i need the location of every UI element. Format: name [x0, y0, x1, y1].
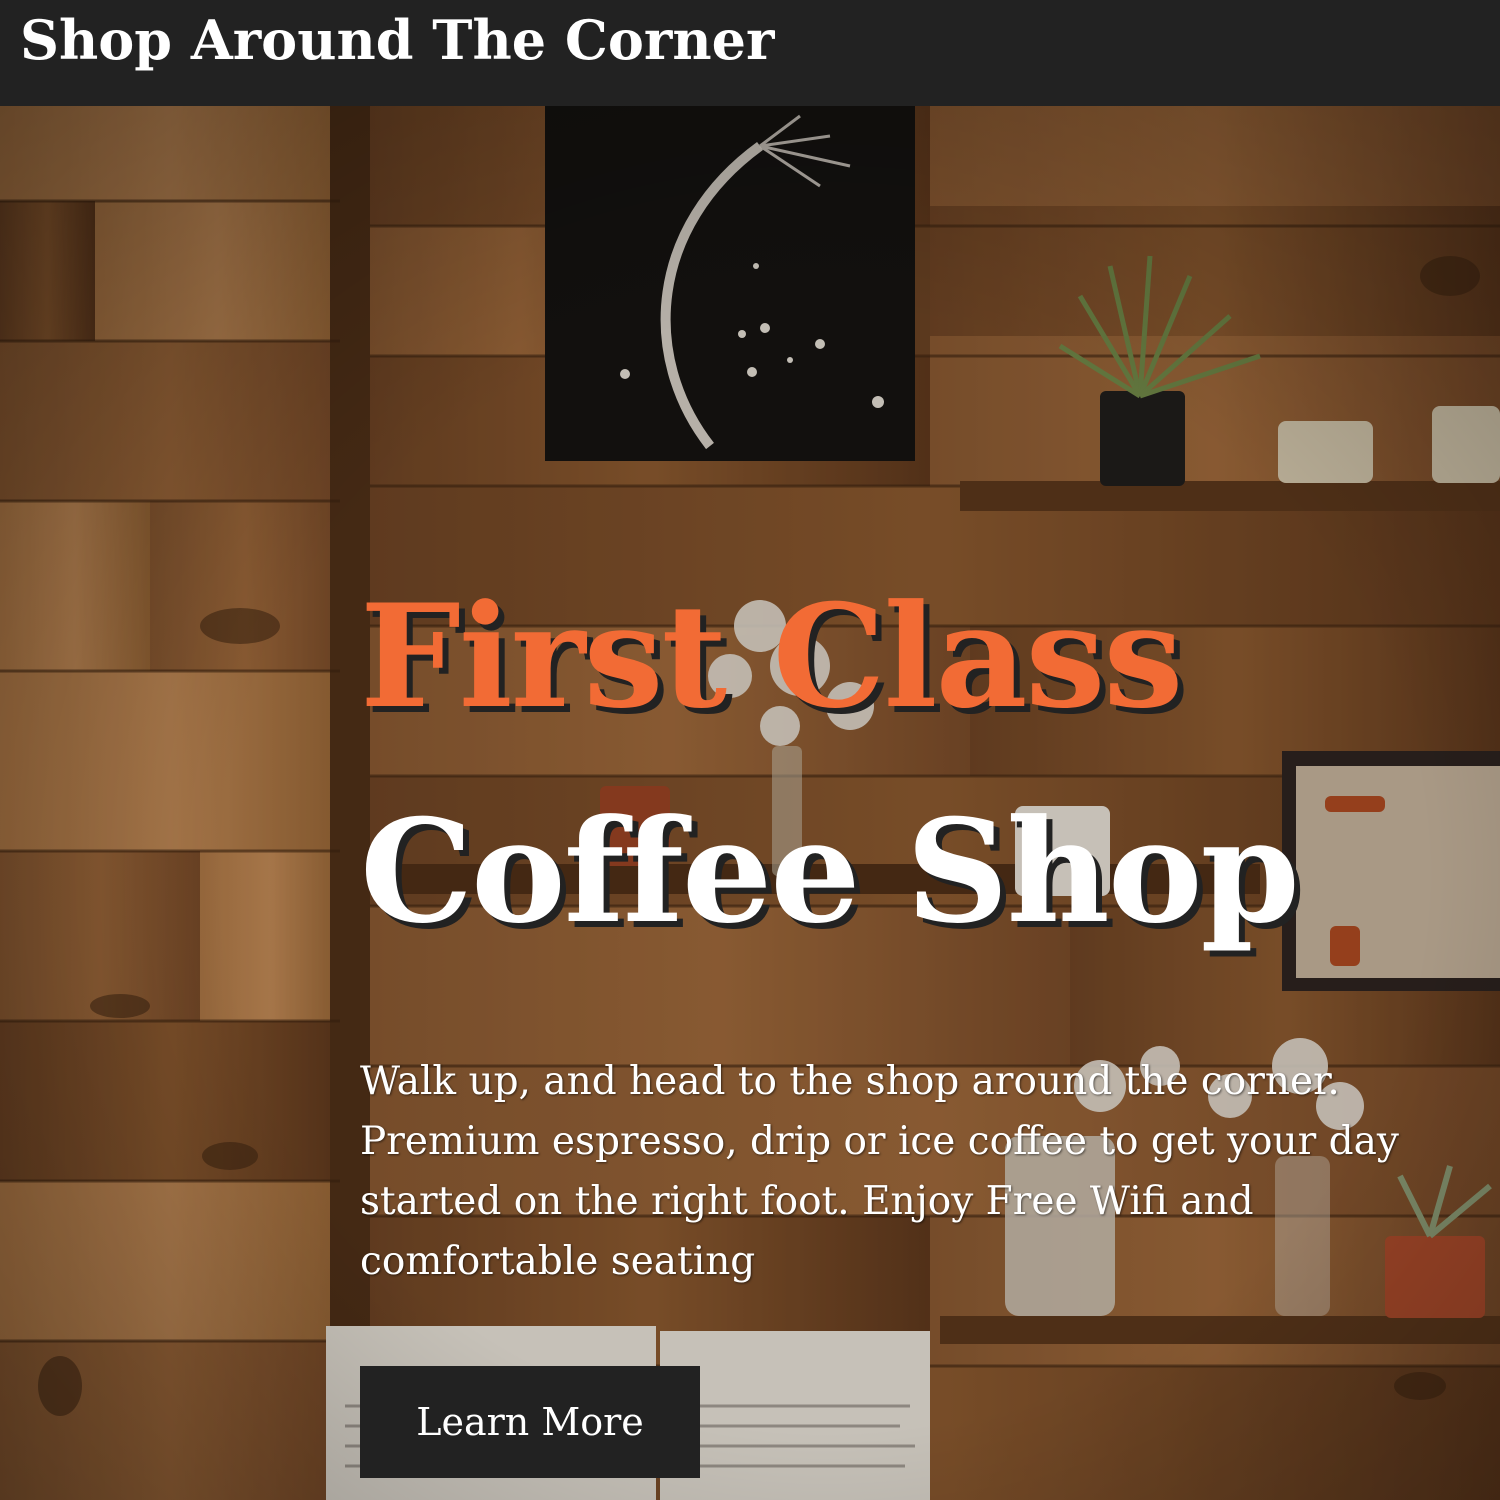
brand-title[interactable]: Shop Around The Corner: [20, 4, 774, 76]
learn-more-button[interactable]: Learn More: [360, 1366, 700, 1478]
hero-headline-main: Coffee Shop: [360, 801, 1300, 943]
hero-headline-line2: Coffee Shop: [360, 789, 1300, 955]
hero-description: Walk up, and head to the shop around the…: [360, 1059, 1399, 1284]
hero-headline-line1: First Class: [360, 574, 1183, 740]
page: Shop Around The Corner First Class Coffe…: [0, 0, 1500, 1500]
hero-headline-accent: First Class: [360, 586, 1183, 728]
hero-section: First Class Coffee Shop Walk up, and hea…: [0, 106, 1500, 1500]
top-navbar: Shop Around The Corner: [0, 0, 1500, 106]
